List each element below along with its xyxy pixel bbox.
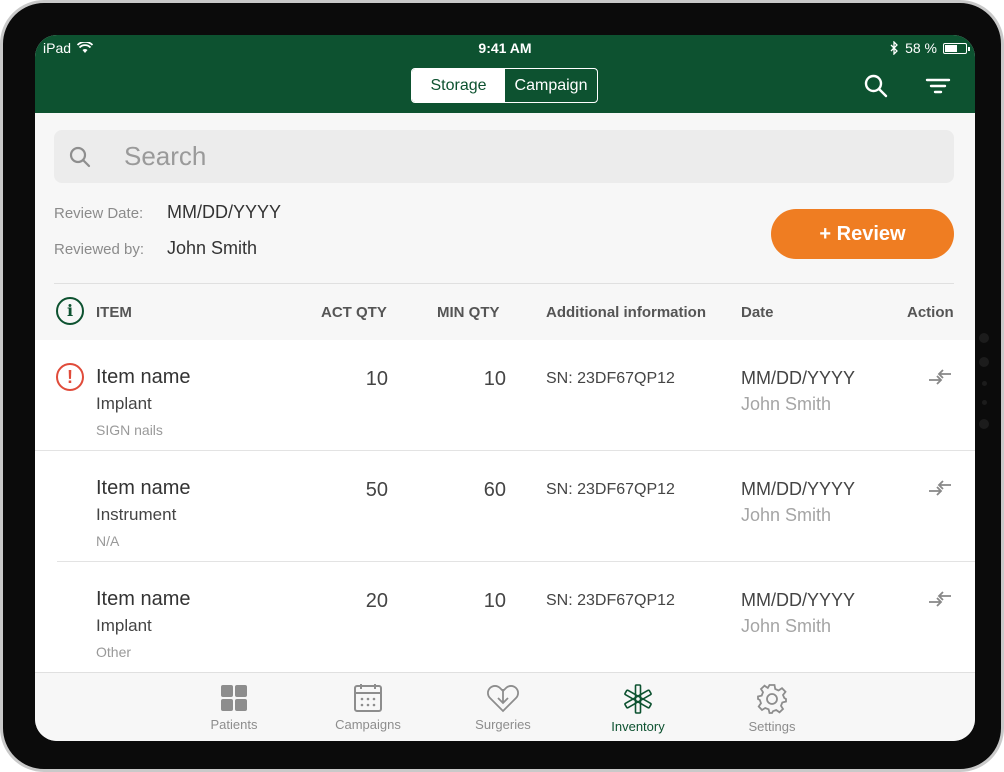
search-input[interactable]	[124, 130, 924, 183]
heart-download-icon	[487, 685, 519, 713]
tab-label: Inventory	[611, 719, 665, 734]
item-subtype: Other	[96, 644, 132, 660]
status-bar: iPad 9:41 AM 58 %	[35, 35, 975, 61]
storage-campaign-toggle: Storage Campaign	[411, 68, 598, 103]
bluetooth-icon	[890, 41, 898, 55]
tab-storage[interactable]: Storage	[412, 69, 505, 102]
search-icon[interactable]	[863, 73, 889, 99]
serial-number: SN: 23DF67QP12	[546, 592, 675, 609]
app-header: iPad 9:41 AM 58 % Storage Campaign	[35, 35, 975, 113]
col-act-qty: ACT QTY	[321, 304, 387, 321]
row-date: MM/DD/YYYY	[741, 479, 856, 499]
item-type: Implant	[96, 616, 152, 635]
transfer-icon[interactable]	[927, 590, 953, 610]
col-action: Action	[907, 304, 954, 321]
review-date-label: Review Date:	[54, 205, 144, 222]
min-qty: 10	[483, 368, 506, 390]
act-qty: 20	[365, 590, 388, 612]
col-item: ITEM	[96, 304, 132, 321]
tab-label: Settings	[748, 719, 796, 734]
review-info: Review Date: MM/DD/YYYY Reviewed by: Joh…	[54, 202, 281, 274]
battery-icon	[943, 42, 970, 54]
tab-settings[interactable]: Settings	[722, 683, 822, 734]
review-date-value: MM/DD/YYYY	[167, 202, 282, 222]
tab-label: Patients	[210, 717, 258, 732]
reviewed-by-value: John Smith	[167, 238, 258, 258]
tab-label: Campaigns	[335, 717, 401, 732]
serial-number: SN: 23DF67QP12	[546, 481, 675, 498]
item-name: Item name	[96, 477, 191, 499]
row-reviewer: John Smith	[741, 616, 832, 636]
transfer-icon[interactable]	[927, 368, 953, 388]
item-type: Instrument	[96, 505, 177, 524]
table-row[interactable]: Item name Instrument N/A 50 60 SN: 23DF6…	[57, 451, 975, 562]
act-qty: 50	[365, 479, 388, 501]
min-qty: 10	[483, 590, 506, 612]
search-field-icon	[69, 146, 91, 168]
col-min-qty: MIN QTY	[437, 304, 500, 321]
min-qty: 60	[483, 479, 506, 501]
row-date: MM/DD/YYYY	[741, 590, 856, 610]
battery-percent: 58 %	[905, 40, 937, 56]
transfer-icon[interactable]	[927, 479, 953, 499]
inventory-table: ! Item name Implant SIGN nails 10 10 SN:…	[35, 340, 975, 672]
bottom-tab-bar: Patients Campaigns Surgeries Inventory S…	[35, 672, 975, 741]
item-name: Item name	[96, 366, 191, 388]
tab-patients[interactable]: Patients	[184, 683, 284, 732]
ipad-frame: iPad 9:41 AM 58 % Storage Campaign Searc…	[0, 0, 1004, 772]
add-review-button[interactable]: + Review	[771, 209, 954, 259]
info-icon[interactable]: i	[56, 297, 84, 325]
item-subtype: SIGN nails	[96, 422, 163, 438]
filter-icon[interactable]	[925, 73, 951, 99]
status-time: 9:41 AM	[478, 40, 532, 56]
gear-icon	[757, 684, 787, 714]
device-side-buttons	[977, 333, 991, 443]
row-date: MM/DD/YYYY	[741, 368, 856, 388]
col-date: Date	[741, 304, 774, 321]
tab-surgeries[interactable]: Surgeries	[453, 683, 553, 732]
table-row[interactable]: Item name Implant Other 20 10 SN: 23DF67…	[57, 562, 975, 672]
tab-campaigns[interactable]: Campaigns	[318, 683, 418, 732]
grid-icon	[221, 685, 247, 711]
app-screen: iPad 9:41 AM 58 % Storage Campaign Searc…	[35, 35, 975, 741]
tab-inventory[interactable]: Inventory	[588, 683, 688, 734]
serial-number: SN: 23DF67QP12	[546, 370, 675, 387]
item-type: Implant	[96, 394, 152, 413]
tab-label: Surgeries	[475, 717, 531, 732]
item-name: Item name	[96, 588, 191, 610]
tab-campaign[interactable]: Campaign	[505, 69, 597, 102]
row-reviewer: John Smith	[741, 505, 832, 525]
table-header: i ITEM ACT QTY MIN QTY Additional inform…	[35, 284, 975, 340]
calendar-icon	[354, 684, 382, 712]
col-additional-info: Additional information	[546, 304, 706, 321]
table-row[interactable]: ! Item name Implant SIGN nails 10 10 SN:…	[35, 340, 975, 451]
asterisk-icon	[624, 684, 652, 714]
reviewed-by-label: Reviewed by:	[54, 241, 145, 258]
search-bar	[54, 130, 954, 183]
item-subtype: N/A	[96, 533, 120, 549]
row-reviewer: John Smith	[741, 394, 832, 414]
alert-icon: !	[56, 363, 84, 391]
act-qty: 10	[365, 368, 388, 390]
